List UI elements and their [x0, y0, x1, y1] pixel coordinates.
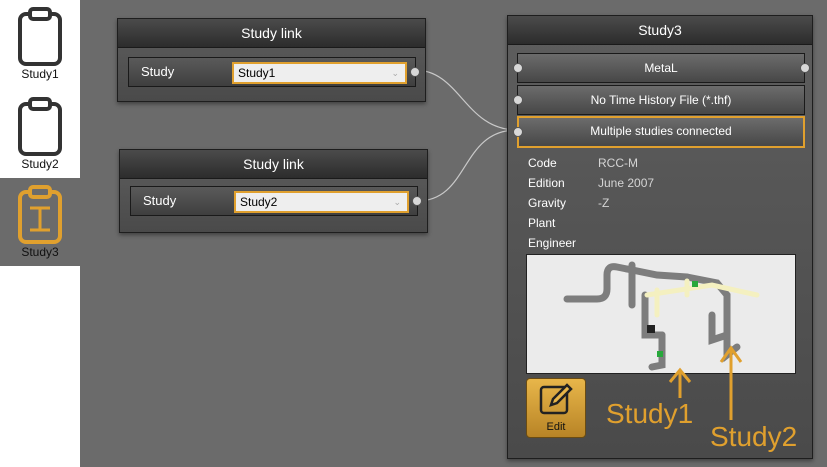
property-engineer: Engineer [528, 236, 728, 254]
sidebar-item-study2[interactable]: Study2 [0, 90, 80, 178]
node-title: Study link [120, 150, 427, 179]
output-port[interactable] [800, 63, 810, 73]
material-bar[interactable]: MetaL [517, 53, 805, 83]
study-link-node-2[interactable]: Study link Study Study2 ⌄ [119, 149, 428, 233]
chevron-down-icon: ⌄ [391, 68, 399, 78]
piping-model-preview [526, 254, 796, 374]
time-history-label: No Time History File (*.thf) [590, 93, 732, 107]
study-select-value: Study2 [240, 195, 278, 209]
node-canvas[interactable]: Study link Study Study1 ⌄ Study link Stu… [80, 0, 827, 467]
edit-button[interactable]: Edit [526, 378, 586, 438]
property-key: Engineer [528, 236, 577, 250]
property-key: Gravity [528, 196, 567, 210]
study3-node[interactable]: Study3 MetaL No Time History File (*.thf… [507, 15, 813, 459]
study-field-row: Study Study2 ⌄ [130, 186, 418, 216]
edit-pencil-icon [539, 383, 573, 415]
sidebar-item-label: Study2 [21, 157, 59, 171]
clipboard-icon [18, 7, 62, 66]
study-field-row: Study Study1 ⌄ [128, 57, 416, 87]
clipboard-text-icon [18, 185, 62, 244]
input-port[interactable] [513, 127, 523, 137]
property-key: Edition [528, 176, 565, 190]
annotation-study1: Study1 [606, 398, 694, 429]
node-title: Study3 [508, 16, 812, 45]
output-port[interactable] [412, 196, 422, 206]
annotation-study2: Study2 [710, 421, 798, 452]
property-plant: Plant [528, 216, 728, 234]
time-history-bar[interactable]: No Time History File (*.thf) [517, 85, 805, 115]
property-gravity: Gravity -Z [528, 196, 728, 214]
clipboard-icon [18, 97, 62, 156]
study-sidebar: Study1 Study2 Study3 [0, 0, 80, 467]
input-port[interactable] [513, 95, 523, 105]
property-key: Code [528, 156, 557, 170]
material-label: MetaL [644, 61, 678, 75]
study-link-node-1[interactable]: Study link Study Study1 ⌄ [117, 18, 426, 102]
sidebar-item-study3[interactable]: Study3 [0, 178, 80, 266]
edit-label: Edit [546, 421, 566, 433]
connection-bar[interactable]: Multiple studies connected [517, 116, 805, 148]
chevron-down-icon: ⌄ [393, 197, 401, 207]
input-port[interactable] [513, 63, 523, 73]
piping-model-image [563, 261, 760, 371]
output-port[interactable] [410, 67, 420, 77]
study-select-value: Study1 [238, 66, 276, 80]
property-value: RCC-M [598, 156, 638, 170]
sidebar-item-label: Study3 [21, 245, 59, 259]
connection-label: Multiple studies connected [590, 124, 732, 138]
property-value: June 2007 [598, 176, 655, 190]
property-code: Code RCC-M [528, 156, 728, 174]
property-key: Plant [528, 216, 556, 230]
study-select[interactable]: Study1 ⌄ [232, 62, 407, 84]
property-value: -Z [598, 196, 610, 210]
sidebar-item-label: Study1 [21, 67, 59, 81]
sidebar-item-study1[interactable]: Study1 [0, 0, 80, 88]
node-title: Study link [118, 19, 425, 48]
property-edition: Edition June 2007 [528, 176, 728, 194]
study-field-label: Study [143, 193, 177, 208]
study-select[interactable]: Study2 ⌄ [234, 191, 409, 213]
study-field-label: Study [141, 64, 175, 79]
